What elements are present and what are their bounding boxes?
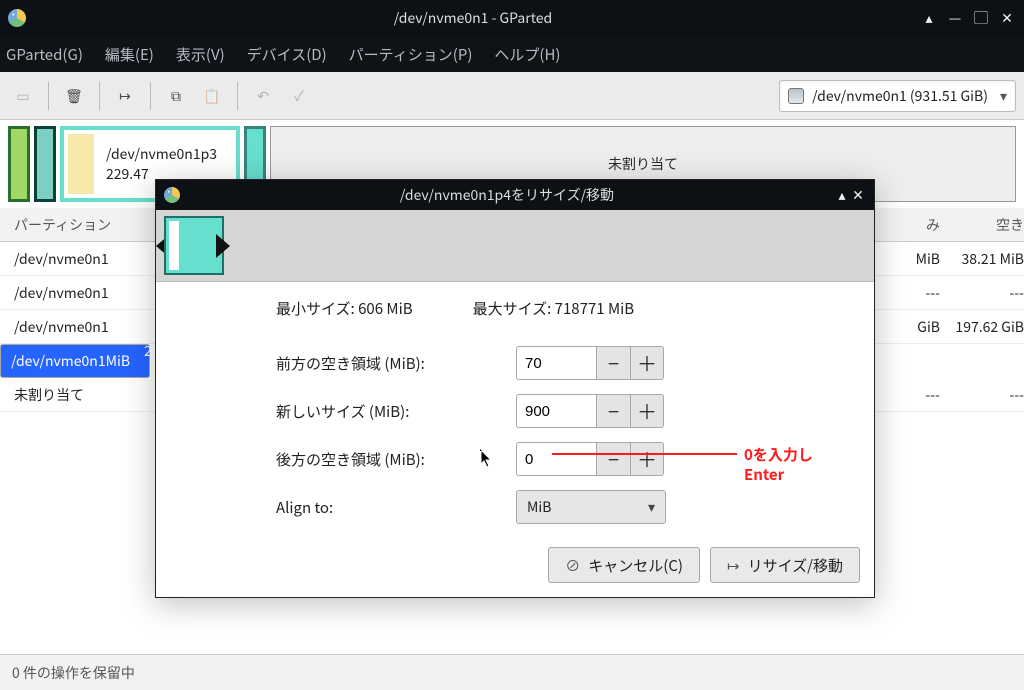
device-picker-label: /dev/nvme0n1 (931.51 GiB) — [812, 86, 988, 106]
app-icon — [164, 187, 180, 203]
resize-dialog: /dev/nvme0n1p4をリサイズ/移動 ▴ ✕ 最小サイズ: 606 Mi… — [155, 179, 875, 598]
device-picker[interactable]: /dev/nvme0n1 (931.51 GiB) ▾ — [779, 80, 1016, 112]
align-to-select[interactable]: MiB ▾ — [516, 490, 666, 524]
menu-view[interactable]: 表示(V) — [176, 44, 225, 65]
app-icon — [8, 9, 26, 27]
cancel-button[interactable]: ⊘ キャンセル(C) — [548, 547, 700, 583]
window-title: /dev/nvme0n1 - GParted — [394, 8, 552, 28]
separator — [99, 82, 100, 110]
cell-name: /dev/nvme0n1 — [14, 317, 174, 337]
size-bounds: 最小サイズ: 606 MiB 最大サイズ: 718771 MiB — [276, 298, 852, 319]
paste-icon: 📋 — [197, 81, 227, 111]
cancel-label: キャンセル(C) — [588, 555, 683, 576]
min-size-label: 最小サイズ: 606 MiB — [276, 298, 413, 319]
cell-free: 197.62 GiB — [954, 317, 1024, 337]
chevron-down-icon: ▾ — [1000, 86, 1007, 106]
dialog-titlebar: /dev/nvme0n1p4をリサイズ/移動 ▴ ✕ — [156, 180, 874, 210]
cell-used: MiB — [106, 351, 144, 371]
max-size-label: 最大サイズ: 718771 MiB — [473, 298, 635, 319]
new-size-label: 新しいサイズ (MiB): — [276, 401, 516, 422]
spin-plus-icon[interactable]: ＋ — [630, 442, 664, 476]
dialog-up-icon[interactable]: ▴ — [834, 185, 850, 205]
separator — [237, 82, 238, 110]
resize-icon[interactable]: ↦ — [110, 81, 140, 111]
status-text: 0 件の操作を保留中 — [12, 663, 135, 683]
cell-name: /dev/nvme0n1 — [14, 283, 174, 303]
cell-used: --- — [894, 283, 954, 303]
delete-icon[interactable]: 🗑 — [59, 81, 89, 111]
undo-icon: ↶ — [248, 81, 278, 111]
annotation-text: 0を入力し Enter — [744, 445, 813, 484]
align-to-label: Align to: — [276, 497, 516, 518]
dialog-close-icon[interactable]: ✕ — [850, 185, 866, 205]
dialog-title: /dev/nvme0n1p4をリサイズ/移動 — [180, 185, 834, 205]
status-bar: 0 件の操作を保留中 — [0, 654, 1024, 690]
resize-handle-right-icon[interactable] — [216, 234, 230, 258]
col-free[interactable]: 空き — [954, 215, 1024, 235]
window-maximize-icon[interactable]: ▢ — [972, 9, 990, 27]
window-titlebar: /dev/nvme0n1 - GParted ▴ — ▢ ✕ — [0, 0, 1024, 36]
cell-name: /dev/nvme0n1 — [11, 351, 106, 371]
free-after-input[interactable] — [516, 442, 596, 476]
cell-used: GiB — [894, 317, 954, 337]
cell-used: MiB — [894, 249, 954, 269]
strip-unallocated-label: 未割り当て — [608, 154, 678, 174]
strip-seg-p2[interactable] — [34, 126, 56, 202]
cell-used: --- — [894, 385, 954, 405]
menu-help[interactable]: ヘルプ(H) — [494, 44, 560, 65]
new-size-input[interactable] — [516, 394, 596, 428]
free-after-spinner: − ＋ — [516, 442, 664, 476]
annotation-line — [552, 453, 737, 455]
align-to-value: MiB — [527, 497, 551, 517]
window-up-icon[interactable]: ▴ — [920, 9, 938, 27]
table-row-selected[interactable]: /dev/nvme0n1 MiB 294.66 MiB — [0, 344, 150, 378]
chevron-down-icon: ▾ — [648, 497, 655, 517]
disk-icon — [788, 88, 804, 104]
cell-free: --- — [954, 385, 1024, 405]
strip-seg-p1[interactable] — [8, 126, 30, 202]
resize-chunk[interactable] — [164, 216, 224, 275]
col-partition[interactable]: パーティション — [14, 215, 174, 235]
cell-name: /dev/nvme0n1 — [14, 249, 174, 269]
free-before-spinner: − ＋ — [516, 346, 664, 380]
strip-p3-used-icon — [68, 134, 94, 194]
spin-plus-icon[interactable]: ＋ — [630, 346, 664, 380]
cell-name: 未割り当て — [14, 385, 174, 405]
resize-move-label: リサイズ/移動 — [748, 555, 843, 576]
cell-free: --- — [954, 283, 1024, 303]
spin-minus-icon[interactable]: − — [596, 394, 630, 428]
cell-free: 38.21 MiB — [954, 249, 1024, 269]
arrow-right-icon: ↦ — [727, 555, 740, 576]
resize-move-button[interactable]: ↦ リサイズ/移動 — [710, 547, 860, 583]
new-size-spinner: − ＋ — [516, 394, 664, 428]
window-close-icon[interactable]: ✕ — [998, 9, 1016, 27]
separator — [48, 82, 49, 110]
spin-minus-icon[interactable]: − — [596, 346, 630, 380]
strip-p3-name: /dev/nvme0n1p3 — [106, 144, 226, 164]
menu-gparted[interactable]: GParted(G) — [6, 44, 83, 65]
free-before-label: 前方の空き領域 (MiB): — [276, 353, 516, 374]
apply-icon: ✓ — [284, 81, 314, 111]
dialog-visualizer[interactable] — [156, 210, 874, 282]
window-minimize-icon[interactable]: — — [946, 9, 964, 27]
mouse-cursor-icon — [480, 449, 496, 471]
menu-device[interactable]: デバイス(D) — [247, 44, 327, 65]
copy-icon[interactable]: ⧉ — [161, 81, 191, 111]
new-partition-icon: ▭ — [8, 81, 38, 111]
cancel-icon: ⊘ — [565, 555, 580, 576]
separator — [150, 82, 151, 110]
col-used[interactable]: み — [894, 215, 954, 235]
menu-partition[interactable]: パーティション(P) — [349, 44, 473, 65]
toolbar: ▭ 🗑 ↦ ⧉ 📋 ↶ ✓ /dev/nvme0n1 (931.51 GiB) … — [0, 72, 1024, 120]
menu-edit[interactable]: 編集(E) — [105, 44, 154, 65]
free-before-input[interactable] — [516, 346, 596, 380]
spin-minus-icon[interactable]: − — [596, 442, 630, 476]
chunk-used-icon — [169, 221, 179, 270]
spin-plus-icon[interactable]: ＋ — [630, 394, 664, 428]
menu-bar: GParted(G) 編集(E) 表示(V) デバイス(D) パーティション(P… — [0, 36, 1024, 72]
